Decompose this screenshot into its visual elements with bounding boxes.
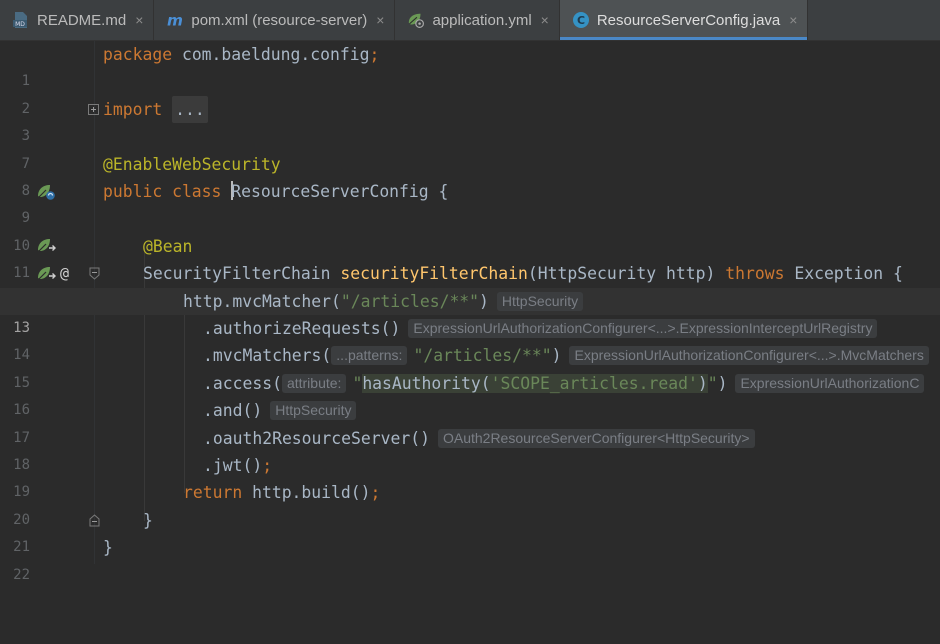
code-line-11: 11 @Bean — [0, 233, 940, 281]
type-hint: OAuth2ResourceServerConfigurer<HttpSecur… — [437, 428, 755, 448]
tab-application-yml[interactable]: application.yml × — [395, 0, 560, 40]
code-line-9: 9 public class ResourceServerConfig { — [0, 178, 940, 226]
markdown-file-icon: MD — [12, 11, 30, 29]
autowire-at-icon[interactable]: @ — [60, 260, 69, 287]
code-line-14: 14 .authorizeRequests() ExpressionUrlAuth… — [0, 315, 940, 363]
parameter-hint: ...patterns: — [331, 346, 408, 366]
type-hint: ExpressionUrlAuthorizationC — [735, 373, 925, 393]
spring-bean-icon[interactable] — [37, 178, 57, 205]
code-line-8: 8 @EnableWebSecurity — [21, 154, 281, 199]
code-line-17: 17 .and() HttpSecurity — [0, 397, 940, 446]
type-hint: HttpSecurity — [270, 401, 357, 421]
code-line-12: 12 @ SecurityFilterChain securityFilterC… — [0, 260, 940, 308]
spring-bean-navigate-icon[interactable] — [37, 260, 57, 287]
code-line-10: 10 — [13, 237, 30, 254]
code-line-21: 21 } — [0, 507, 940, 555]
spring-config-icon — [407, 11, 425, 29]
parameter-hint: attribute: — [281, 373, 347, 393]
folded-imports[interactable]: ... — [172, 95, 208, 124]
spring-bean-navigate-icon[interactable] — [37, 233, 57, 260]
code-line-22: 22 } — [13, 538, 113, 583]
editor-tab-bar: MD README.md × m pom.xml (resource-serve… — [0, 0, 940, 41]
fold-end-icon[interactable] — [89, 507, 100, 534]
tab-readme[interactable]: MD README.md × — [0, 0, 155, 40]
tab-label: README.md — [37, 11, 127, 29]
code-line-15: 15 .mvcMatchers(...patterns: "/articles/*… — [0, 342, 940, 391]
code-line-1: 1 package com.baeldung.config; — [21, 45, 380, 90]
code-line-19: 19 .jwt(); — [13, 456, 273, 501]
svg-text:MD: MD — [15, 21, 25, 28]
type-hint: ExpressionUrlAuthorizationConfigurer<...… — [569, 346, 929, 366]
code-line-2: 2 — [21, 100, 30, 117]
fold-expand-icon[interactable] — [88, 96, 99, 123]
close-icon[interactable]: × — [789, 12, 797, 28]
close-icon[interactable]: × — [135, 12, 143, 28]
code-line-16: 16 .access(attribute: "hasAuthority('SCOP… — [0, 370, 940, 418]
fold-collapse-icon[interactable] — [89, 260, 100, 287]
type-hint: ExpressionUrlAuthorizationConfigurer<...… — [408, 319, 878, 338]
tab-label: ResourceServerConfig.java — [596, 11, 781, 29]
tab-label: application.yml — [432, 11, 532, 29]
maven-icon: m — [166, 11, 184, 29]
tab-pom-xml[interactable]: m pom.xml (resource-server) × — [154, 0, 396, 40]
close-icon[interactable]: × — [376, 12, 384, 28]
code-line-7: 7 — [21, 155, 30, 172]
java-class-icon: C — [572, 11, 590, 29]
svg-text:C: C — [577, 14, 585, 27]
code-editor[interactable]: 1 package com.baeldung.config; 2 3 impor… — [0, 41, 940, 583]
tab-label: pom.xml (resource-server) — [191, 11, 368, 29]
code-line-13: 13 http.mvcMatcher("/articles/**") HttpSe… — [0, 287, 940, 336]
code-line-18: 18 .oauth2ResourceServer() OAuth2Resource… — [0, 425, 940, 473]
tab-resource-server-config[interactable]: C ResourceServerConfig.java × — [559, 0, 809, 40]
code-line-20: 20 return http.build(); — [13, 483, 381, 528]
close-icon[interactable]: × — [541, 12, 549, 28]
type-hint: HttpSecurity — [496, 291, 584, 311]
code-line-3: 3 import ... — [0, 95, 940, 144]
svg-text:m: m — [167, 11, 183, 29]
